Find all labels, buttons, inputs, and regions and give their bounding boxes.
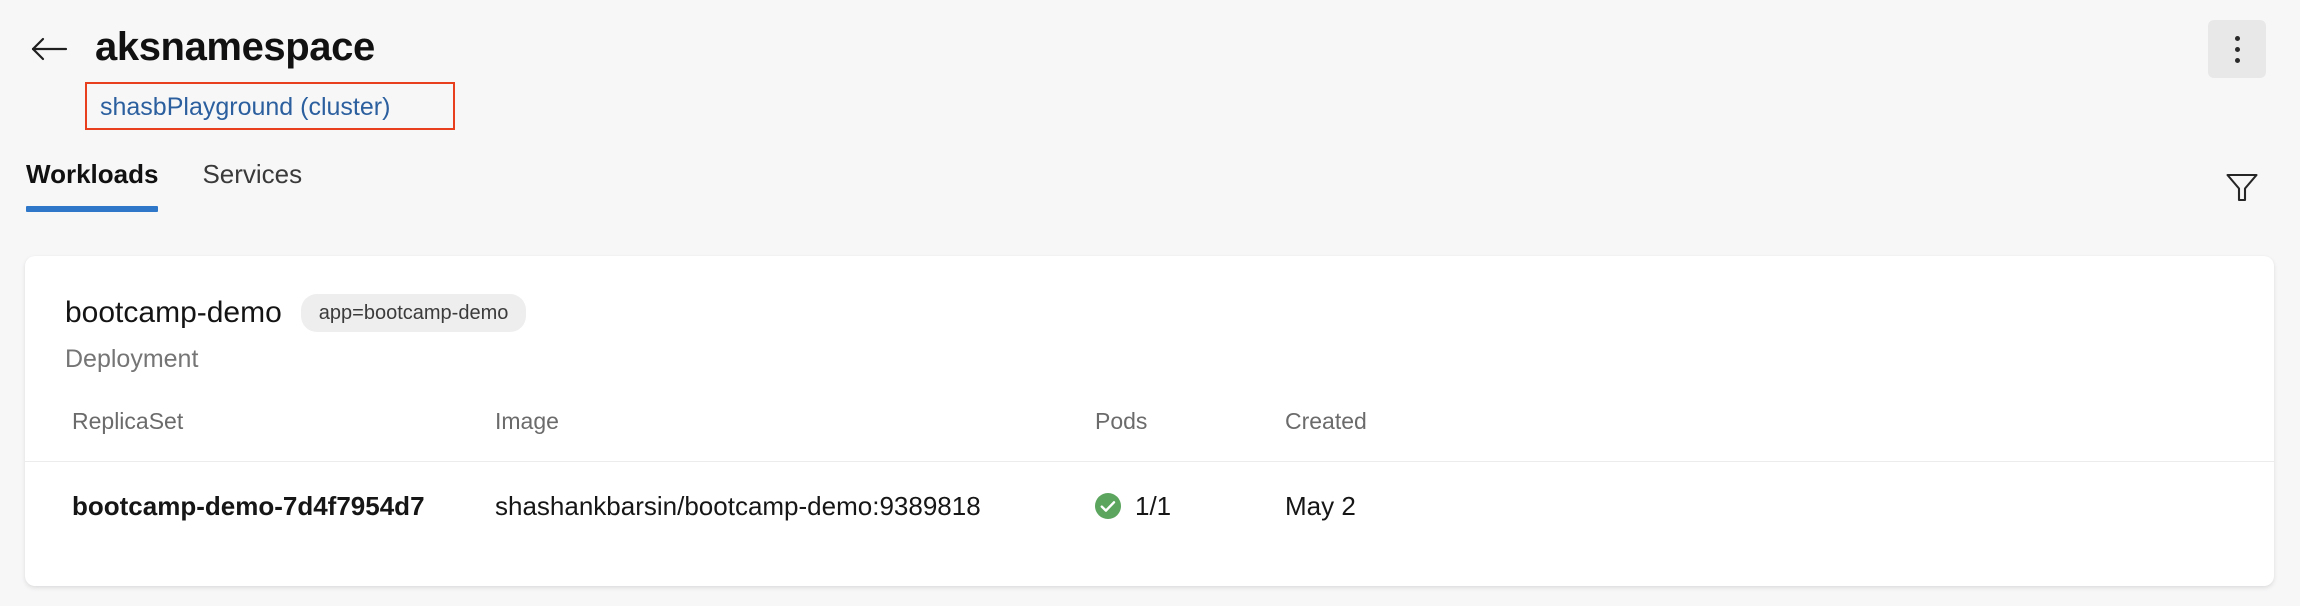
replicaset-table-head: ReplicaSet Image Pods Created bbox=[25, 407, 2274, 462]
tab-services[interactable]: Services bbox=[180, 150, 324, 212]
check-circle-icon bbox=[1095, 493, 1121, 519]
cluster-breadcrumb-link[interactable]: shasbPlayground (cluster) bbox=[100, 92, 390, 122]
column-header-replicaset[interactable]: ReplicaSet bbox=[25, 407, 495, 462]
tab-bar: Workloads Services bbox=[0, 150, 2300, 222]
arrow-left-icon bbox=[30, 36, 68, 62]
cell-replicaset-name: bootcamp-demo-7d4f7954d7 bbox=[72, 491, 425, 521]
filter-funnel-icon bbox=[2225, 171, 2259, 206]
table-header-row: ReplicaSet Image Pods Created bbox=[25, 407, 2274, 462]
tab-list: Workloads Services bbox=[26, 150, 324, 212]
title-block: aksnamespace bbox=[95, 24, 375, 70]
column-header-spacer bbox=[1635, 407, 2274, 462]
cell-pods: 1/1 bbox=[1095, 462, 1285, 553]
page-title: aksnamespace bbox=[95, 25, 375, 69]
workload-card[interactable]: bootcamp-demo app=bootcamp-demo Deployme… bbox=[25, 256, 2274, 586]
back-button[interactable] bbox=[26, 32, 72, 66]
column-header-pods[interactable]: Pods bbox=[1095, 407, 1285, 462]
more-dot bbox=[2234, 57, 2240, 63]
workload-name: bootcamp-demo bbox=[65, 296, 282, 329]
column-header-created[interactable]: Created bbox=[1285, 407, 1635, 462]
filter-button[interactable] bbox=[2216, 164, 2268, 212]
pods-ready-count: 1/1 bbox=[1135, 491, 1172, 521]
more-vertical-icon bbox=[2234, 35, 2240, 63]
more-options-button[interactable] bbox=[2208, 20, 2266, 78]
pods-status-group: 1/1 bbox=[1095, 490, 1285, 522]
tab-workloads[interactable]: Workloads bbox=[26, 150, 180, 212]
column-header-image[interactable]: Image bbox=[495, 407, 1095, 462]
cell-image: shashankbarsin/bootcamp-demo:9389818 bbox=[495, 491, 981, 521]
table-row[interactable]: bootcamp-demo-7d4f7954d7 shashankbarsin/… bbox=[25, 462, 2274, 553]
cell-created: May 2 bbox=[1285, 491, 1356, 521]
tab-workloads-label: Workloads bbox=[26, 159, 159, 189]
more-dot bbox=[2234, 46, 2240, 52]
replicaset-table-body: bootcamp-demo-7d4f7954d7 shashankbarsin/… bbox=[25, 462, 2274, 553]
workload-title-row: bootcamp-demo app=bootcamp-demo bbox=[65, 294, 2274, 332]
more-dot bbox=[2234, 35, 2240, 41]
tab-services-label: Services bbox=[202, 159, 303, 189]
workload-label-badge: app=bootcamp-demo bbox=[300, 294, 527, 332]
page-header: aksnamespace shasbPlayground (cluster) bbox=[0, 0, 2300, 150]
cell-spacer bbox=[1635, 462, 2274, 553]
workload-kind: Deployment bbox=[65, 345, 199, 373]
workload-card-header: bootcamp-demo app=bootcamp-demo Deployme… bbox=[25, 256, 2274, 374]
replicaset-table: ReplicaSet Image Pods Created bootcamp-d… bbox=[25, 407, 2274, 552]
